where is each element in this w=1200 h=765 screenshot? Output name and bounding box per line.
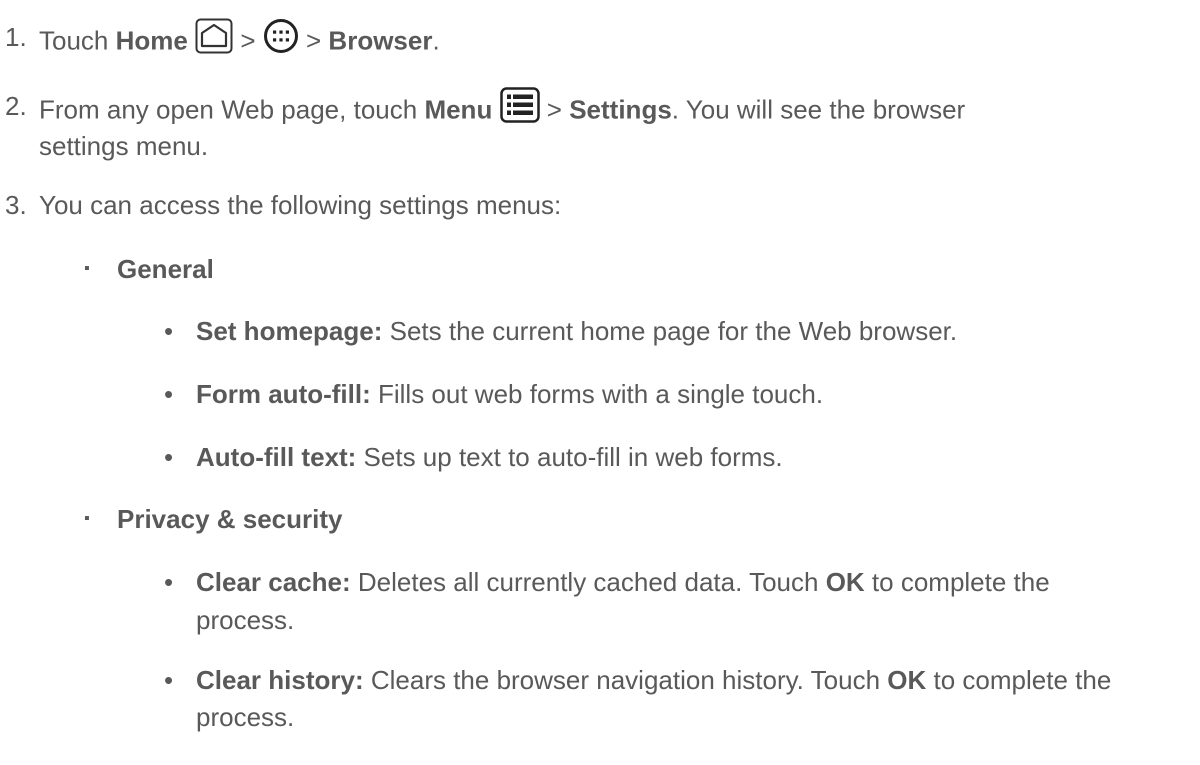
step-2-continuation: settings menu.: [39, 131, 209, 161]
home-label: Home: [115, 25, 188, 56]
step-3: 3. You can access the following settings…: [5, 189, 561, 221]
round-bullet: •: [164, 379, 174, 409]
round-bullet: •: [164, 316, 174, 346]
list-item-continuation: process.: [196, 702, 295, 732]
item-label: Clear cache:: [196, 567, 351, 597]
round-bullet: •: [164, 665, 174, 695]
section-heading: Privacy & security: [117, 504, 343, 534]
ok-label: OK: [887, 665, 927, 695]
step-number: 2.: [5, 91, 27, 121]
round-bullet: •: [164, 567, 174, 597]
step-2: 2. From any open Web page, touch Menu > …: [5, 87, 965, 124]
step-number: 1.: [5, 22, 27, 52]
settings-label: Settings: [569, 94, 672, 125]
item-label: Clear history:: [196, 665, 364, 695]
step-number: 3.: [5, 190, 27, 220]
ok-label: OK: [825, 567, 865, 597]
step-text: From any open Web page, touch: [39, 94, 418, 125]
list-item-continuation: process.: [196, 605, 295, 635]
menu-list-icon: [499, 87, 540, 130]
browser-label: Browser: [328, 25, 433, 56]
item-text: Clears the browser navigation history. T…: [370, 665, 881, 695]
round-bullet: •: [164, 442, 174, 472]
item-text: Deletes all currently cached data. Touch: [357, 567, 819, 597]
square-bullet: ▪: [84, 510, 90, 527]
step-text: You can access the following settings me…: [39, 190, 562, 220]
step-1: 1. Touch Home > > Browser.: [5, 18, 440, 55]
menu-label: Menu: [424, 94, 493, 125]
all-apps-icon: [263, 18, 299, 61]
item-text: Fills out web forms with a single touch.: [378, 379, 824, 409]
step-text: Touch: [39, 25, 109, 56]
section-heading: General: [117, 254, 214, 284]
home-outline-icon: [195, 18, 233, 61]
item-label: Set homepage:: [196, 316, 383, 346]
square-bullet: ▪: [84, 260, 90, 277]
item-label: Auto-fill text:: [196, 442, 357, 472]
item-text: Sets up text to auto-fill in web forms.: [363, 442, 783, 472]
item-text: Sets the current home page for the Web b…: [389, 316, 958, 346]
item-label: Form auto-fill:: [196, 379, 371, 409]
